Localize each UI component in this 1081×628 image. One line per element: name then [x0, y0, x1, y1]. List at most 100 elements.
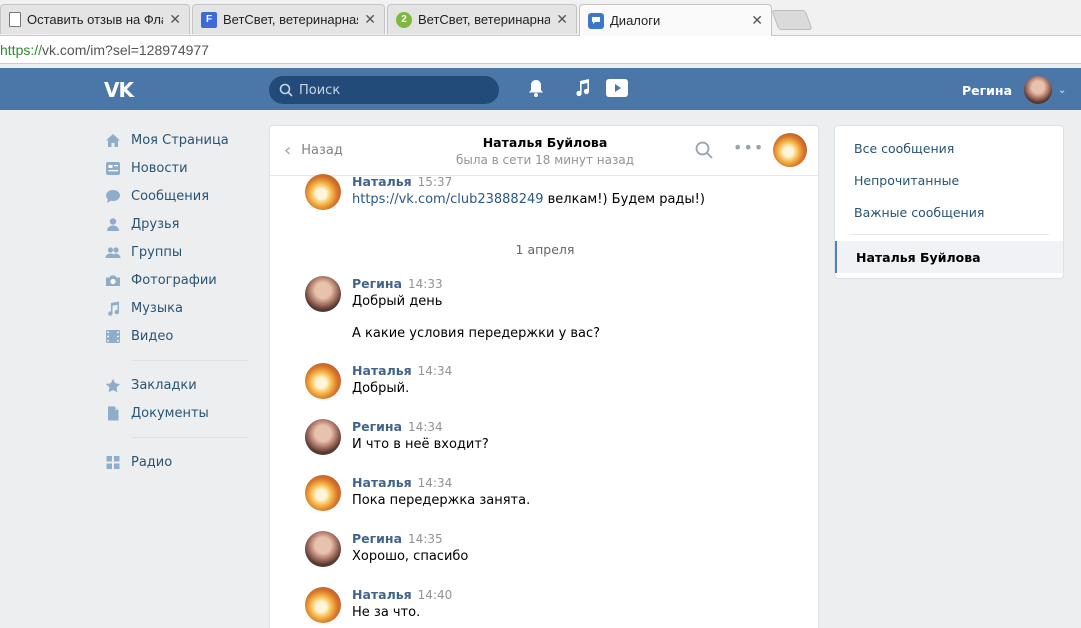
panel-divider	[849, 234, 1049, 235]
message-time: 14:40	[417, 588, 453, 602]
filter-unread[interactable]: Непрочитанные	[835, 164, 1063, 196]
message-text: Не за что.	[352, 605, 421, 620]
avatar[interactable]	[305, 363, 341, 399]
search-icon	[279, 83, 293, 97]
menu-label: Музыка	[131, 300, 183, 316]
menu-item-bookmarks[interactable]: Закладки	[104, 371, 254, 399]
news-icon	[104, 160, 122, 176]
menu-item-friends[interactable]: Друзья	[104, 210, 254, 238]
avatar[interactable]	[305, 475, 341, 511]
browser-tab-3[interactable]: 2 ВетСвет, ветеринарная к ✕	[387, 4, 577, 34]
peer-avatar[interactable]	[773, 133, 807, 167]
menu-label: Новости	[131, 160, 188, 176]
search-input[interactable]	[299, 82, 479, 98]
menu-item-video[interactable]: Видео	[104, 322, 254, 350]
message-time: 14:34	[417, 476, 453, 490]
menu-divider	[132, 360, 248, 361]
bell-icon[interactable]	[527, 78, 545, 103]
menu-item-my-page[interactable]: Моя Страница	[104, 126, 254, 154]
message-text: Добрый день	[352, 294, 443, 309]
filter-all-messages[interactable]: Все сообщения	[835, 132, 1063, 164]
menu-label: Закладки	[131, 377, 197, 393]
message-author[interactable]: Наталья 14:40	[352, 587, 452, 602]
avatar[interactable]	[305, 174, 341, 210]
search-box[interactable]	[269, 76, 499, 104]
left-menu: Моя Страница Новости Сообщения Друзья Гр…	[104, 126, 254, 476]
user-menu[interactable]: Регина ⌄	[962, 75, 1066, 105]
menu-item-documents[interactable]: Документы	[104, 399, 254, 427]
tab-title: Диалоги	[610, 13, 661, 28]
video-icon	[104, 328, 122, 344]
music-icon[interactable]	[573, 78, 591, 103]
close-icon[interactable]: ✕	[751, 12, 763, 29]
home-icon	[104, 132, 122, 148]
browser-tab-1[interactable]: Оставить отзыв на Флам ✕	[0, 4, 190, 34]
document-icon	[104, 405, 122, 421]
message-time: 14:34	[408, 420, 443, 434]
avatar[interactable]	[305, 419, 341, 455]
apps-grid-icon	[104, 454, 122, 470]
message-text: Добрый.	[352, 381, 410, 396]
avatar[interactable]	[305, 587, 341, 623]
close-icon[interactable]: ✕	[169, 11, 181, 28]
document-icon	[9, 12, 21, 27]
camera-icon	[104, 272, 122, 288]
menu-label: Сообщения	[131, 188, 210, 204]
play-icon[interactable]	[606, 78, 628, 103]
filter-important[interactable]: Важные сообщения	[835, 196, 1063, 228]
menu-item-photos[interactable]: Фотографии	[104, 266, 254, 294]
message-link[interactable]: https://vk.com/club23888249	[352, 192, 544, 207]
flamp-icon: F	[201, 11, 217, 28]
message-author[interactable]: Регина 14:33	[352, 276, 443, 291]
date-separator: 1 апреля	[515, 242, 575, 257]
message-text: Хорошо, спасибо	[352, 549, 469, 564]
close-icon[interactable]: ✕	[364, 11, 376, 28]
chevron-down-icon: ⌄	[1058, 84, 1067, 96]
url-path: vk.com/im?sel=128974977	[42, 41, 209, 58]
search-icon[interactable]	[694, 140, 714, 160]
avatar[interactable]	[305, 276, 341, 312]
message-author[interactable]: Наталья 14:34	[352, 363, 452, 378]
friend-icon	[104, 216, 122, 232]
message-author[interactable]: Регина 14:34	[352, 419, 443, 434]
star-icon	[104, 377, 122, 393]
menu-item-messages[interactable]: Сообщения	[104, 182, 254, 210]
menu-item-news[interactable]: Новости	[104, 154, 254, 182]
message-text: А какие условия передержки у вас?	[352, 326, 601, 341]
menu-label: Радио	[131, 454, 173, 470]
menu-item-radio[interactable]: Радио	[104, 448, 254, 476]
menu-item-music[interactable]: Музыка	[104, 294, 254, 322]
vk-header: VK Регина ⌄	[0, 68, 1081, 110]
message-text: И что в неё входит?	[352, 437, 489, 452]
2gis-icon: 2	[396, 11, 412, 28]
message-author[interactable]: Регина 14:35	[352, 531, 443, 546]
message-text: Пока передержка занята.	[352, 493, 531, 508]
menu-label: Фотографии	[131, 272, 217, 288]
new-tab-button[interactable]	[771, 10, 813, 30]
menu-item-groups[interactable]: Группы	[104, 238, 254, 266]
url-scheme: https://	[0, 41, 43, 58]
browser-tab-2[interactable]: F ВетСвет, ветеринарная к ✕	[192, 4, 385, 34]
menu-label: Моя Страница	[131, 132, 229, 148]
menu-label: Документы	[131, 405, 209, 421]
vk-logo[interactable]: VK	[104, 78, 138, 102]
chat-panel: ‹ Назад Наталья Буйлова была в сети 18 м…	[269, 125, 819, 628]
avatar[interactable]	[305, 531, 341, 567]
active-dialog-item[interactable]: Наталья Буйлова	[835, 241, 1063, 273]
menu-label: Группы	[131, 244, 183, 260]
more-icon[interactable]: •••	[733, 138, 764, 157]
message-time: 14:35	[408, 532, 443, 546]
user-name: Регина	[962, 82, 1012, 98]
tab-title: Оставить отзыв на Флам	[27, 12, 164, 27]
browser-tab-bar: Оставить отзыв на Флам ✕ F ВетСвет, вете…	[0, 0, 1081, 36]
message-author[interactable]: Наталья 15:37	[352, 174, 452, 189]
tab-title: ВетСвет, ветеринарная к	[418, 12, 551, 27]
message-author[interactable]: Наталья 14:34	[352, 475, 452, 490]
music-icon	[104, 300, 122, 316]
message-text: https://vk.com/club23888249 велкам!) Буд…	[352, 192, 705, 207]
close-icon[interactable]: ✕	[556, 11, 568, 28]
message-time: 14:34	[417, 364, 453, 378]
browser-tab-4[interactable]: Диалоги ✕	[579, 4, 772, 36]
address-bar[interactable]: https://vk.com/im?sel=128974977	[0, 36, 1081, 64]
groups-icon	[104, 244, 122, 260]
